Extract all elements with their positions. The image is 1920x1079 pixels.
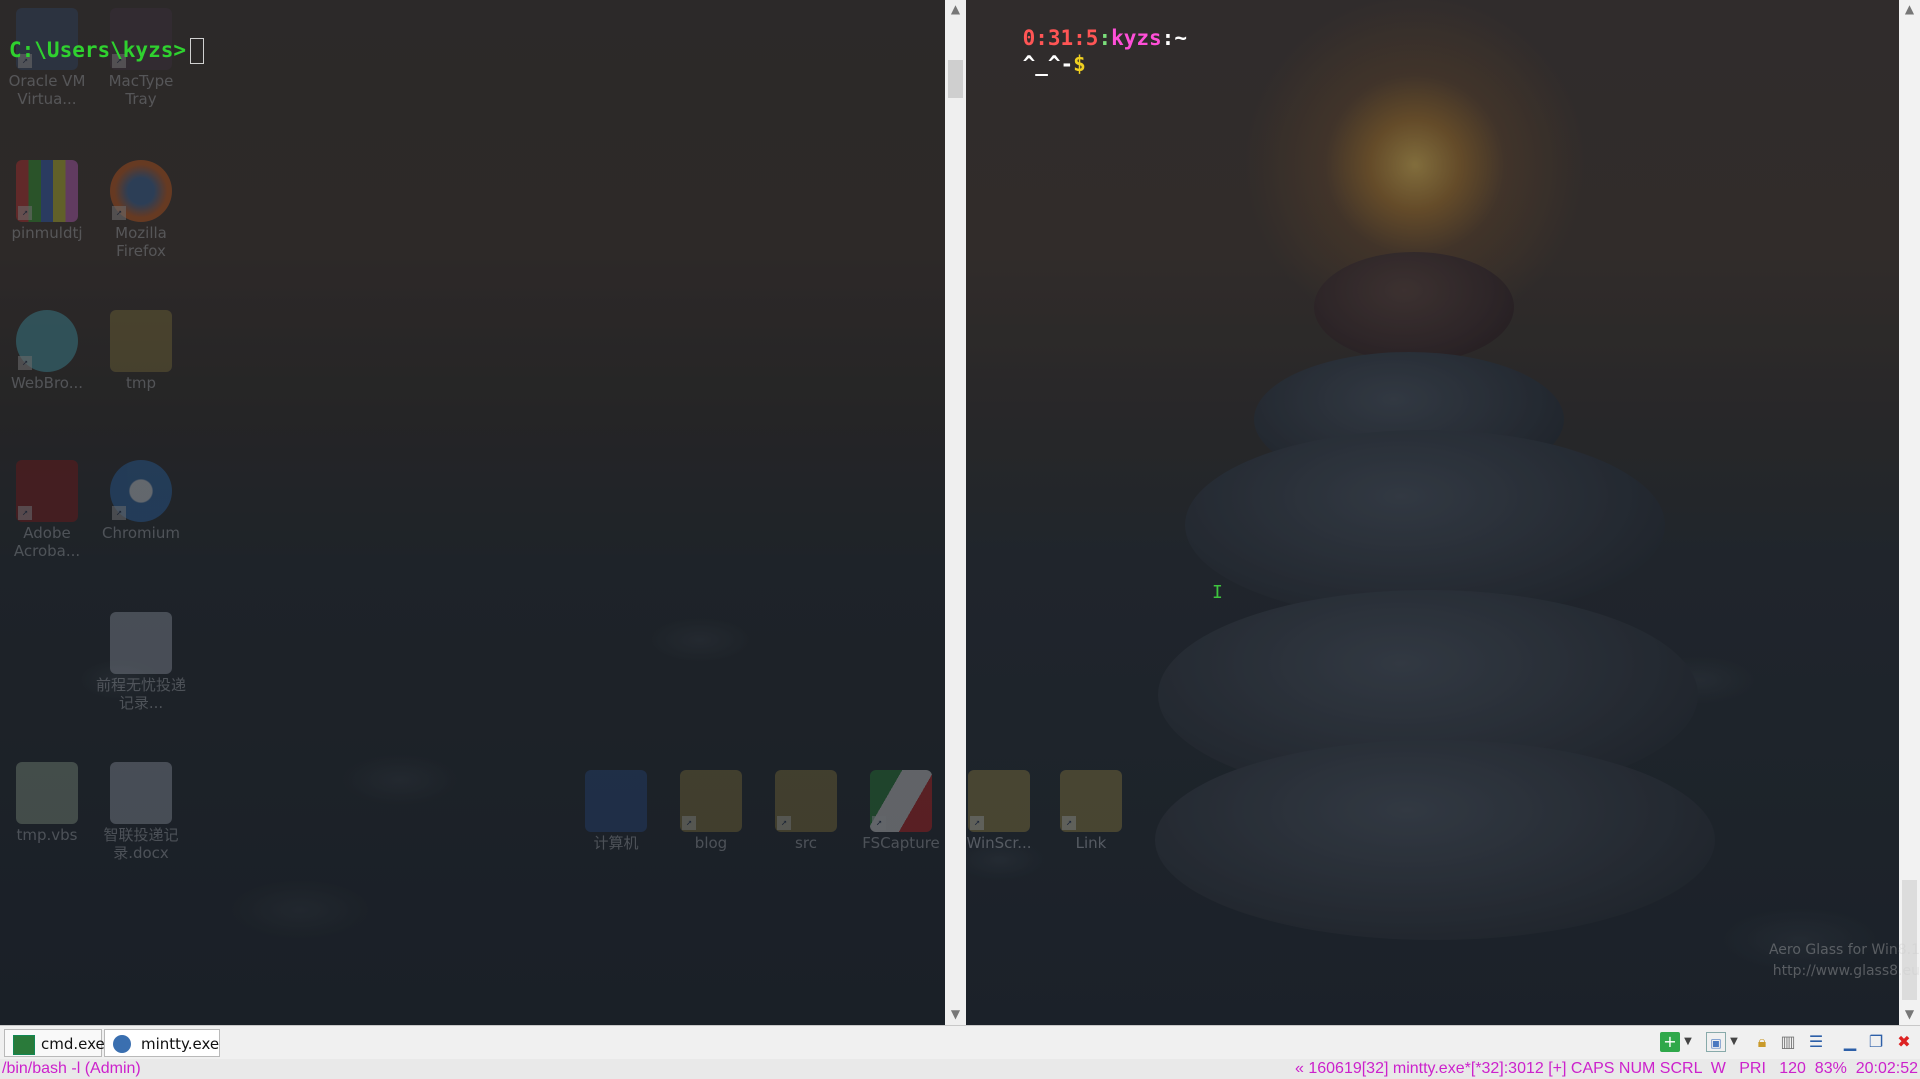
mintty-terminal-pane[interactable]: 0:31:5:kyzs:~ ^_^-$ xyxy=(966,0,1900,1025)
tab-cmd[interactable]: cmd.exe xyxy=(4,1029,105,1057)
chevron-down-icon[interactable]: ▼ xyxy=(1728,1032,1740,1052)
console-tab-bar: cmd.exe mintty.exe xyxy=(0,1025,1920,1060)
scroll-down-arrow-icon[interactable]: ▼ xyxy=(1899,1005,1920,1023)
cmd-icon xyxy=(13,1035,35,1055)
scroll-up-arrow-icon[interactable]: ▲ xyxy=(1899,0,1920,18)
mintty-scrollbar[interactable]: ▲ ▼ xyxy=(1899,0,1920,1025)
cmd-prompt-text: C:\Users\kyzs> xyxy=(9,38,187,62)
prompt-dollar: $ xyxy=(1073,52,1086,76)
scroll-up-arrow-icon[interactable]: ▲ xyxy=(945,0,966,18)
menu-icon[interactable]: ☰ xyxy=(1806,1032,1826,1052)
status-bar: /bin/bash -l (Admin) « 160619[32] mintty… xyxy=(0,1059,1920,1079)
new-tab-icon[interactable]: + xyxy=(1660,1032,1680,1052)
bash-prompt-line2: ^_^-$ xyxy=(972,28,1086,100)
cmd-scrollbar[interactable]: ▲ ▼ xyxy=(945,0,966,1025)
close-icon[interactable]: ✖ xyxy=(1894,1032,1914,1052)
picture-icon[interactable]: ▣ xyxy=(1706,1032,1726,1052)
text-cursor xyxy=(190,38,205,64)
scroll-down-arrow-icon[interactable]: ▼ xyxy=(945,1005,966,1023)
layout-icon[interactable]: ▥ xyxy=(1778,1032,1798,1052)
scrollbar-thumb[interactable] xyxy=(948,60,963,98)
chevron-down-icon[interactable]: ▼ xyxy=(1682,1032,1694,1052)
status-info: « 160619[32] mintty.exe*[*32]:3012 [+] C… xyxy=(1295,1060,1918,1077)
restore-icon[interactable]: ❐ xyxy=(1866,1032,1886,1052)
cmd-prompt: C:\Users\kyzs> xyxy=(9,38,205,64)
minimize-icon[interactable]: ▁ xyxy=(1840,1032,1860,1052)
status-command: /bin/bash -l (Admin) xyxy=(2,1060,141,1077)
cmd-terminal-pane[interactable]: C:\Users\kyzs> xyxy=(0,0,945,1025)
prompt-face: ^_^- xyxy=(1022,52,1074,76)
mintty-icon xyxy=(113,1035,131,1053)
lock-icon[interactable]: 🔒︎ xyxy=(1752,1032,1772,1052)
prompt-user: kyzs xyxy=(1111,26,1162,50)
tab-mintty[interactable]: mintty.exe xyxy=(104,1029,220,1057)
ibeam-cursor-icon: I xyxy=(1212,582,1223,603)
aero-glass-watermark: Aero Glass for Win8.1 http://www.glass8.… xyxy=(1768,942,1920,979)
